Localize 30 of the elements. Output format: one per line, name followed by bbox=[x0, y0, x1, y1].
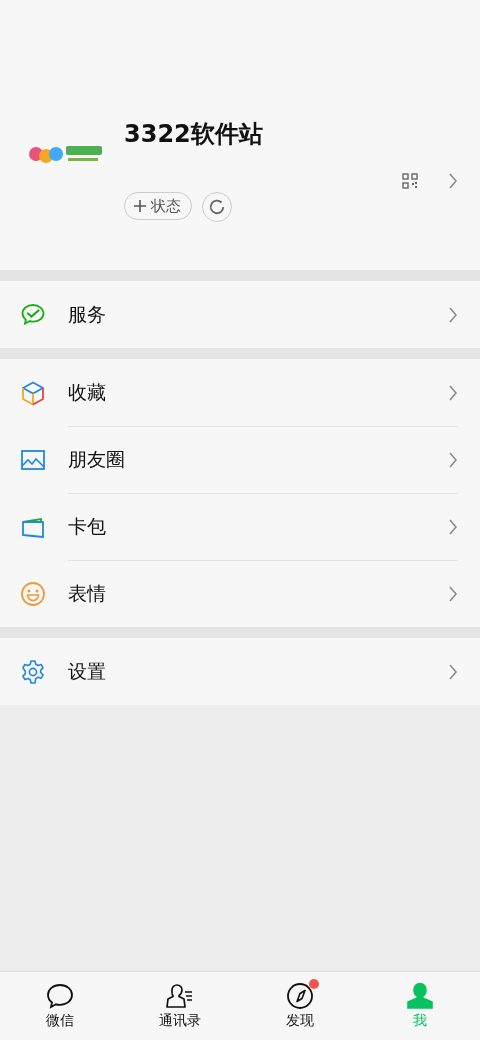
menu-label: 收藏 bbox=[68, 379, 106, 405]
compass-icon bbox=[285, 982, 315, 1010]
chevron-right-icon bbox=[448, 518, 458, 536]
menu-label: 朋友圈 bbox=[68, 447, 125, 472]
chat-bubble-icon bbox=[45, 982, 75, 1010]
menu-label: 设置 bbox=[68, 658, 106, 684]
person-icon bbox=[405, 982, 435, 1010]
menu-label: 卡包 bbox=[68, 514, 106, 539]
profile-name: 3322软件站 bbox=[124, 119, 264, 150]
status-button[interactable]: 状态 bbox=[124, 192, 192, 220]
person-list-icon bbox=[165, 982, 195, 1010]
chevron-right-icon bbox=[448, 172, 458, 190]
chevron-right-icon bbox=[448, 383, 458, 402]
refresh-button[interactable] bbox=[202, 192, 232, 222]
settings-icon bbox=[20, 658, 46, 685]
smiley-icon bbox=[20, 580, 46, 607]
menu-label: 服务 bbox=[68, 301, 106, 327]
chevron-right-icon bbox=[448, 305, 458, 324]
chevron-right-icon bbox=[448, 585, 458, 603]
chevron-right-icon bbox=[448, 662, 458, 681]
qr-code-icon[interactable] bbox=[402, 173, 418, 189]
tab[interactable]: 发现 bbox=[240, 972, 360, 1040]
chevron-right-icon bbox=[448, 451, 458, 469]
chat-check-icon bbox=[20, 301, 46, 328]
tab[interactable]: 通讯录 bbox=[120, 972, 240, 1040]
cube-icon bbox=[20, 379, 46, 406]
tab[interactable]: 微信 bbox=[0, 972, 120, 1040]
refresh-icon bbox=[208, 198, 226, 216]
menu-label: 表情 bbox=[68, 581, 106, 606]
plus-icon bbox=[133, 199, 147, 213]
